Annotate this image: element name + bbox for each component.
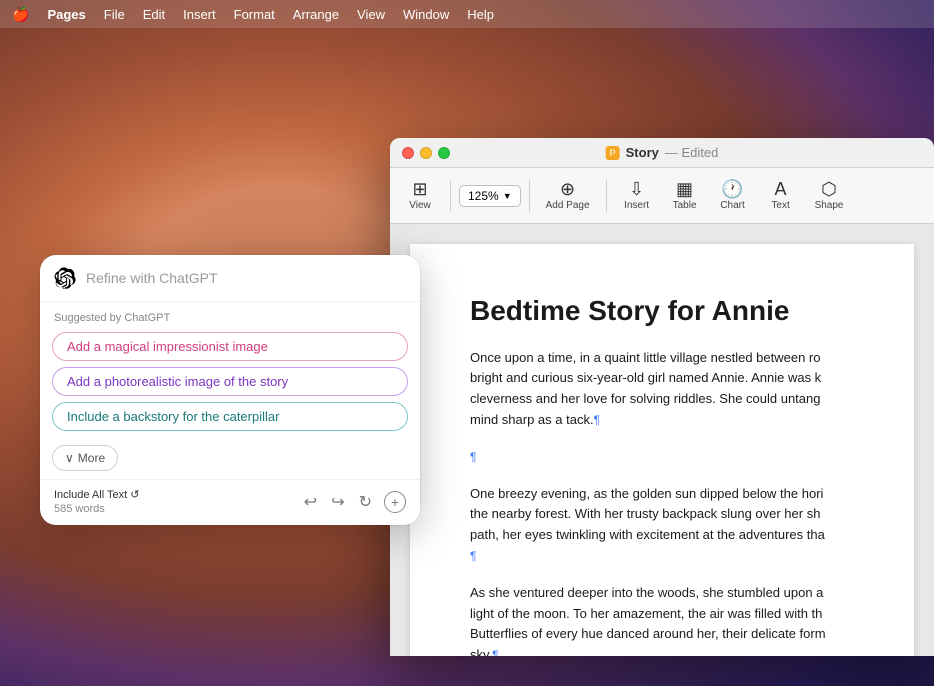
menubar-help[interactable]: Help bbox=[467, 7, 494, 22]
chatgpt-refine-input[interactable] bbox=[86, 270, 406, 286]
view-label: View bbox=[409, 200, 431, 211]
chatgpt-panel: Suggested by ChatGPT Add a magical impre… bbox=[40, 255, 420, 525]
shape-icon: ⬡ bbox=[821, 180, 837, 198]
word-count: 585 words bbox=[54, 503, 139, 515]
document-page: Bedtime Story for Annie Once upon a time… bbox=[410, 244, 914, 656]
undo-button[interactable]: ↩ bbox=[302, 490, 319, 514]
refresh-button[interactable]: ↻ bbox=[357, 490, 374, 514]
traffic-lights bbox=[402, 147, 450, 159]
footer-actions: ↩ ↪ ↻ + bbox=[302, 490, 406, 514]
redo-button[interactable]: ↪ bbox=[329, 490, 346, 514]
menubar-format[interactable]: Format bbox=[234, 7, 275, 22]
table-button[interactable]: ▦ Table bbox=[663, 176, 707, 215]
suggestion-chip-0[interactable]: Add a magical impressionist image bbox=[52, 332, 408, 361]
document-name: Story bbox=[626, 145, 659, 160]
add-button[interactable]: + bbox=[384, 491, 406, 513]
add-page-button[interactable]: ⊕ Add Page bbox=[538, 176, 598, 215]
include-all-text[interactable]: Include All Text ↺ bbox=[54, 488, 139, 501]
view-button[interactable]: ⊞ View bbox=[398, 176, 442, 215]
insert-button[interactable]: ⇩ Insert bbox=[615, 176, 659, 215]
shape-label: Shape bbox=[815, 200, 844, 211]
table-label: Table bbox=[673, 200, 697, 211]
suggestion-chip-1[interactable]: Add a photorealistic image of the story bbox=[52, 367, 408, 396]
apple-menu[interactable]: 🍎 bbox=[12, 6, 29, 23]
text-icon: A bbox=[775, 180, 787, 198]
document-icon: P bbox=[606, 146, 620, 160]
text-button[interactable]: A Text bbox=[759, 176, 803, 215]
fullscreen-button[interactable] bbox=[438, 147, 450, 159]
footer-info: Include All Text ↺ 585 words bbox=[54, 488, 139, 515]
document-title: Bedtime Story for Annie bbox=[470, 294, 854, 328]
pilcrow-1: ¶ bbox=[470, 447, 854, 468]
insert-label: Insert bbox=[624, 200, 649, 211]
shape-button[interactable]: ⬡ Shape bbox=[807, 176, 852, 215]
zoom-chevron-icon: ▼ bbox=[503, 191, 512, 201]
toolbar-separator-2 bbox=[529, 180, 530, 212]
menubar-view[interactable]: View bbox=[357, 7, 385, 22]
chevron-down-icon: ∨ bbox=[65, 451, 74, 465]
toolbar: ⊞ View 125% ▼ ⊕ Add Page ⇩ Insert ▦ Tabl… bbox=[390, 168, 934, 224]
pages-window: P Story — Edited ⊞ View 125% ▼ ⊕ Add Pag… bbox=[390, 138, 934, 656]
panel-footer: Include All Text ↺ 585 words ↩ ↪ ↻ + bbox=[40, 479, 420, 525]
view-icon: ⊞ bbox=[412, 180, 427, 198]
menubar-edit[interactable]: Edit bbox=[143, 7, 165, 22]
suggestion-chip-2[interactable]: Include a backstory for the caterpillar bbox=[52, 402, 408, 431]
document-status: — Edited bbox=[665, 145, 719, 160]
toolbar-separator-3 bbox=[606, 180, 607, 212]
more-label: More bbox=[78, 451, 105, 465]
text-label: Text bbox=[771, 200, 789, 211]
chatgpt-input-area bbox=[40, 255, 420, 302]
chart-button[interactable]: 🕐 Chart bbox=[711, 176, 755, 215]
chatgpt-logo-icon bbox=[54, 267, 76, 289]
menubar: 🍎 Pages File Edit Insert Format Arrange … bbox=[0, 0, 934, 28]
menubar-file[interactable]: File bbox=[104, 7, 125, 22]
document-content: Bedtime Story for Annie Once upon a time… bbox=[390, 224, 934, 656]
suggestions-section: Suggested by ChatGPT Add a magical impre… bbox=[40, 302, 420, 443]
paragraph-2: One breezy evening, as the golden sun di… bbox=[470, 484, 854, 567]
table-icon: ▦ bbox=[676, 180, 693, 198]
toolbar-separator-1 bbox=[450, 180, 451, 212]
menubar-pages[interactable]: Pages bbox=[47, 7, 85, 22]
zoom-control[interactable]: 125% ▼ bbox=[459, 185, 521, 207]
zoom-value: 125% bbox=[468, 189, 499, 203]
insert-icon: ⇩ bbox=[629, 180, 644, 198]
close-button[interactable] bbox=[402, 147, 414, 159]
chart-label: Chart bbox=[720, 200, 744, 211]
window-title: P Story — Edited bbox=[606, 145, 719, 160]
menubar-arrange[interactable]: Arrange bbox=[293, 7, 339, 22]
chart-icon: 🕐 bbox=[721, 180, 743, 198]
menubar-insert[interactable]: Insert bbox=[183, 7, 216, 22]
minimize-button[interactable] bbox=[420, 147, 432, 159]
add-page-icon: ⊕ bbox=[560, 180, 575, 198]
menubar-window[interactable]: Window bbox=[403, 7, 449, 22]
paragraph-1: Once upon a time, in a quaint little vil… bbox=[470, 348, 854, 431]
paragraph-3: As she ventured deeper into the woods, s… bbox=[470, 583, 854, 656]
more-suggestions-button[interactable]: ∨ More bbox=[52, 445, 118, 471]
suggestions-label: Suggested by ChatGPT bbox=[52, 312, 408, 324]
add-page-label: Add Page bbox=[546, 200, 590, 211]
window-titlebar: P Story — Edited bbox=[390, 138, 934, 168]
